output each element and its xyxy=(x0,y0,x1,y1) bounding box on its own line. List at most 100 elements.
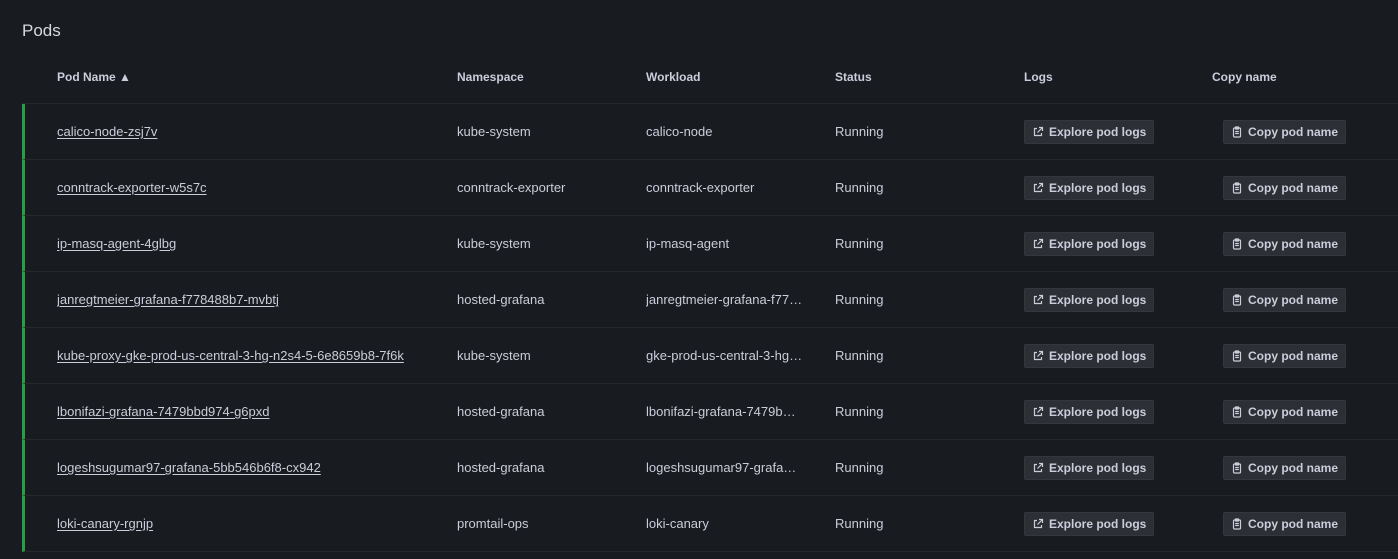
table-row: loki-canary-rgnjp promtail-ops loki-cana… xyxy=(22,496,1398,552)
external-link-icon xyxy=(1033,182,1044,193)
explore-pod-logs-button[interactable]: Explore pod logs xyxy=(1024,232,1155,256)
table-row: conntrack-exporter-w5s7c conntrack-expor… xyxy=(22,160,1398,216)
pod-name-cell: loki-canary-rgnjp xyxy=(57,496,437,551)
pod-name-cell: conntrack-exporter-w5s7c xyxy=(57,160,437,215)
explore-pod-logs-button[interactable]: Explore pod logs xyxy=(1024,288,1155,312)
table-row: calico-node-zsj7v kube-system calico-nod… xyxy=(22,104,1398,160)
clipboard-icon xyxy=(1232,294,1242,306)
explore-pod-logs-label: Explore pod logs xyxy=(1049,349,1147,363)
pods-table: Pod Name ▲ Namespace Workload Status Log… xyxy=(22,48,1398,552)
external-link-icon xyxy=(1033,238,1044,249)
pod-name-cell: ip-masq-agent-4glbg xyxy=(57,216,437,271)
table-row: logeshsugumar97-grafana-5bb546b6f8-cx942… xyxy=(22,440,1398,496)
explore-pod-logs-button[interactable]: Explore pod logs xyxy=(1024,400,1155,424)
clipboard-icon xyxy=(1232,406,1242,418)
column-header-workload[interactable]: Workload xyxy=(646,70,804,84)
pod-name-link[interactable]: ip-masq-agent-4glbg xyxy=(57,236,176,251)
copy-pod-name-button[interactable]: Copy pod name xyxy=(1223,232,1347,256)
copy-pod-name-button[interactable]: Copy pod name xyxy=(1223,288,1347,312)
pod-name-cell: lbonifazi-grafana-7479bbd974-g6pxd xyxy=(57,384,437,439)
table-body: calico-node-zsj7v kube-system calico-nod… xyxy=(22,104,1398,552)
namespace-cell: hosted-grafana xyxy=(457,404,545,419)
pod-name-cell: calico-node-zsj7v xyxy=(57,104,437,159)
explore-pod-logs-label: Explore pod logs xyxy=(1049,405,1147,419)
status-cell: Running xyxy=(835,348,884,363)
column-header-pod-name[interactable]: Pod Name ▲ xyxy=(57,70,437,84)
copy-pod-name-button[interactable]: Copy pod name xyxy=(1223,456,1347,480)
pod-name-link[interactable]: loki-canary-rgnjp xyxy=(57,516,153,531)
namespace-cell: hosted-grafana xyxy=(457,460,545,475)
sort-ascending-icon: ▲ xyxy=(119,70,131,84)
pod-name-link[interactable]: lbonifazi-grafana-7479bbd974-g6pxd xyxy=(57,404,270,419)
clipboard-icon xyxy=(1232,182,1242,194)
pod-name-cell: janregtmeier-grafana-f778488b7-mvbtj xyxy=(57,272,437,327)
copy-pod-name-label: Copy pod name xyxy=(1248,125,1339,139)
namespace-cell: conntrack-exporter xyxy=(457,180,566,195)
status-cell: Running xyxy=(835,404,884,419)
workload-cell: loki-canary xyxy=(646,516,709,531)
explore-pod-logs-label: Explore pod logs xyxy=(1049,517,1147,531)
copy-pod-name-button[interactable]: Copy pod name xyxy=(1223,400,1347,424)
table-header: Pod Name ▲ Namespace Workload Status Log… xyxy=(22,48,1398,104)
pod-name-link[interactable]: kube-proxy-gke-prod-us-central-3-hg-n2s4… xyxy=(57,348,404,363)
table-row: kube-proxy-gke-prod-us-central-3-hg-n2s4… xyxy=(22,328,1398,384)
external-link-icon xyxy=(1033,518,1044,529)
explore-pod-logs-button[interactable]: Explore pod logs xyxy=(1024,120,1155,144)
copy-pod-name-label: Copy pod name xyxy=(1248,405,1339,419)
status-cell: Running xyxy=(835,516,884,531)
clipboard-icon xyxy=(1232,350,1242,362)
workload-cell: logeshsugumar97-grafa… xyxy=(646,460,797,475)
explore-pod-logs-button[interactable]: Explore pod logs xyxy=(1024,344,1155,368)
clipboard-icon xyxy=(1232,238,1242,250)
column-header-namespace[interactable]: Namespace xyxy=(457,70,632,84)
workload-cell: conntrack-exporter xyxy=(646,180,755,195)
copy-pod-name-button[interactable]: Copy pod name xyxy=(1223,344,1347,368)
status-cell: Running xyxy=(835,180,884,195)
copy-pod-name-label: Copy pod name xyxy=(1248,461,1339,475)
external-link-icon xyxy=(1033,126,1044,137)
column-header-status[interactable]: Status xyxy=(835,70,955,84)
explore-pod-logs-button[interactable]: Explore pod logs xyxy=(1024,512,1155,536)
external-link-icon xyxy=(1033,350,1044,361)
workload-cell: gke-prod-us-central-3-hg-… xyxy=(646,348,804,363)
clipboard-icon xyxy=(1232,518,1242,530)
column-header-logs: Logs xyxy=(1024,70,1053,84)
copy-pod-name-label: Copy pod name xyxy=(1248,293,1339,307)
explore-pod-logs-label: Explore pod logs xyxy=(1049,181,1147,195)
explore-pod-logs-label: Explore pod logs xyxy=(1049,237,1147,251)
explore-pod-logs-label: Explore pod logs xyxy=(1049,461,1147,475)
workload-cell: calico-node xyxy=(646,124,713,139)
clipboard-icon xyxy=(1232,126,1242,138)
column-header-copy-name: Copy name xyxy=(1212,70,1277,84)
workload-cell: janregtmeier-grafana-f77… xyxy=(646,292,803,307)
workload-cell: lbonifazi-grafana-7479b… xyxy=(646,404,796,419)
namespace-cell: kube-system xyxy=(457,124,531,139)
copy-pod-name-button[interactable]: Copy pod name xyxy=(1223,512,1347,536)
namespace-cell: kube-system xyxy=(457,348,531,363)
pod-name-cell: kube-proxy-gke-prod-us-central-3-hg-n2s4… xyxy=(57,328,437,383)
panel-title: Pods xyxy=(22,21,61,40)
status-cell: Running xyxy=(835,236,884,251)
explore-pod-logs-button[interactable]: Explore pod logs xyxy=(1024,176,1155,200)
copy-pod-name-label: Copy pod name xyxy=(1248,181,1339,195)
table-row: ip-masq-agent-4glbg kube-system ip-masq-… xyxy=(22,216,1398,272)
explore-pod-logs-button[interactable]: Explore pod logs xyxy=(1024,456,1155,480)
pod-name-link[interactable]: calico-node-zsj7v xyxy=(57,124,157,139)
pod-name-link[interactable]: conntrack-exporter-w5s7c xyxy=(57,180,207,195)
pod-name-link[interactable]: janregtmeier-grafana-f778488b7-mvbtj xyxy=(57,292,279,307)
status-cell: Running xyxy=(835,292,884,307)
copy-pod-name-label: Copy pod name xyxy=(1248,237,1339,251)
status-cell: Running xyxy=(835,460,884,475)
clipboard-icon xyxy=(1232,462,1242,474)
copy-pod-name-button[interactable]: Copy pod name xyxy=(1223,120,1347,144)
explore-pod-logs-label: Explore pod logs xyxy=(1049,293,1147,307)
copy-pod-name-label: Copy pod name xyxy=(1248,517,1339,531)
workload-cell: ip-masq-agent xyxy=(646,236,730,251)
copy-pod-name-button[interactable]: Copy pod name xyxy=(1223,176,1347,200)
explore-pod-logs-label: Explore pod logs xyxy=(1049,125,1147,139)
pod-name-link[interactable]: logeshsugumar97-grafana-5bb546b6f8-cx942 xyxy=(57,460,321,475)
external-link-icon xyxy=(1033,294,1044,305)
external-link-icon xyxy=(1033,462,1044,473)
external-link-icon xyxy=(1033,406,1044,417)
table-row: janregtmeier-grafana-f778488b7-mvbtj hos… xyxy=(22,272,1398,328)
